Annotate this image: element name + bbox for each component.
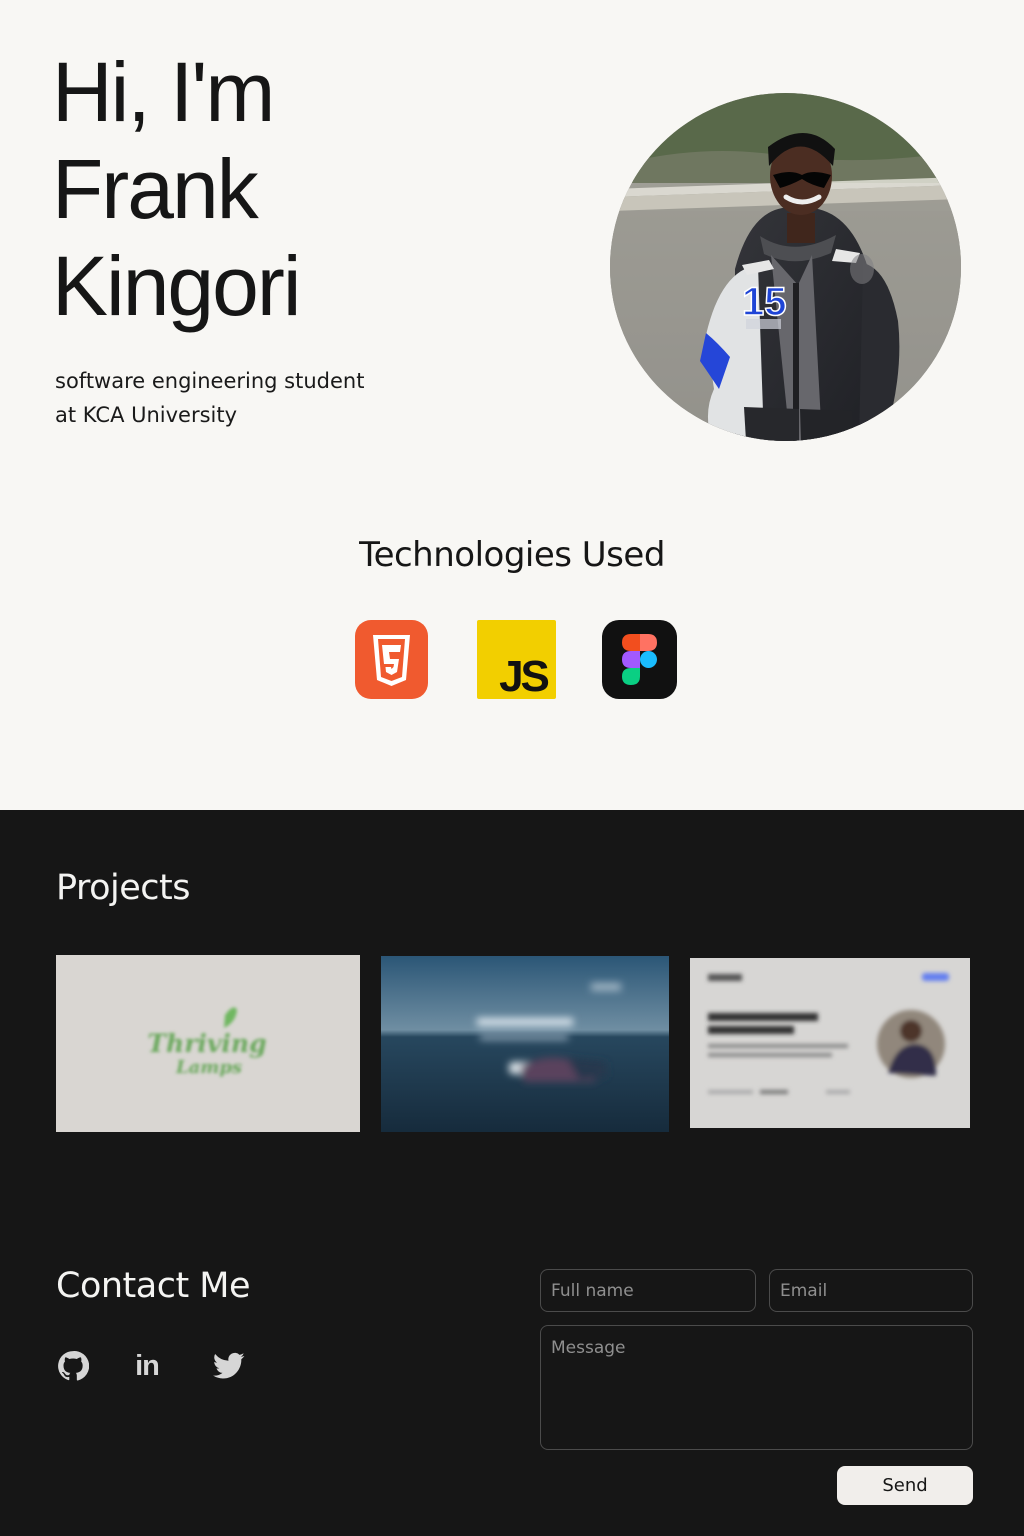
github-icon [58,1351,89,1381]
send-button[interactable]: Send [837,1466,973,1505]
twitter-icon [213,1352,245,1379]
linkedin-icon: in [135,1349,160,1382]
github-link[interactable] [56,1349,90,1383]
message-textarea[interactable] [540,1325,973,1450]
javascript-icon: JS [477,620,556,703]
technology-icons: JS [0,620,1024,703]
linkedin-link[interactable]: in [130,1349,164,1383]
project-logo-line-2: Lamps [175,1057,242,1078]
hero-title-line: Kingori [52,239,301,333]
hero-title-line: Frank [52,142,259,236]
hero-subtitle-line: at KCA University [55,403,238,427]
figma-icon [602,620,677,703]
svg-text:15: 15 [742,280,787,324]
profile-photo: 15 [610,93,961,441]
email-input[interactable] [769,1269,973,1312]
hero-title-line: Hi, I'm [52,45,275,139]
javascript-label: JS [499,652,548,699]
hero-subtitle-line: software engineering student [55,369,365,393]
project-card-ocean[interactable] [381,956,669,1132]
html5-icon [355,620,428,703]
project-card-thriving-lamps[interactable]: Thriving Lamps [56,955,360,1132]
full-name-input[interactable] [540,1269,756,1312]
project-card-portfolio[interactable] [690,958,970,1128]
hero-subtitle: software engineering student at KCA Univ… [55,364,435,432]
dark-section: Projects Thriving Lamps Contact Me in Fu… [0,810,1024,1536]
social-links: in [56,1349,256,1383]
projects-heading: Projects [56,868,190,908]
twitter-link[interactable] [212,1349,246,1383]
contact-heading: Contact Me [56,1266,251,1306]
project-logo-line-1: Thriving [147,1029,266,1058]
technologies-heading: Technologies Used [359,535,665,575]
hero-title: Hi, I'm Frank Kingori [52,44,301,335]
hero-section: Hi, I'm Frank Kingori software engineeri… [0,0,1024,810]
